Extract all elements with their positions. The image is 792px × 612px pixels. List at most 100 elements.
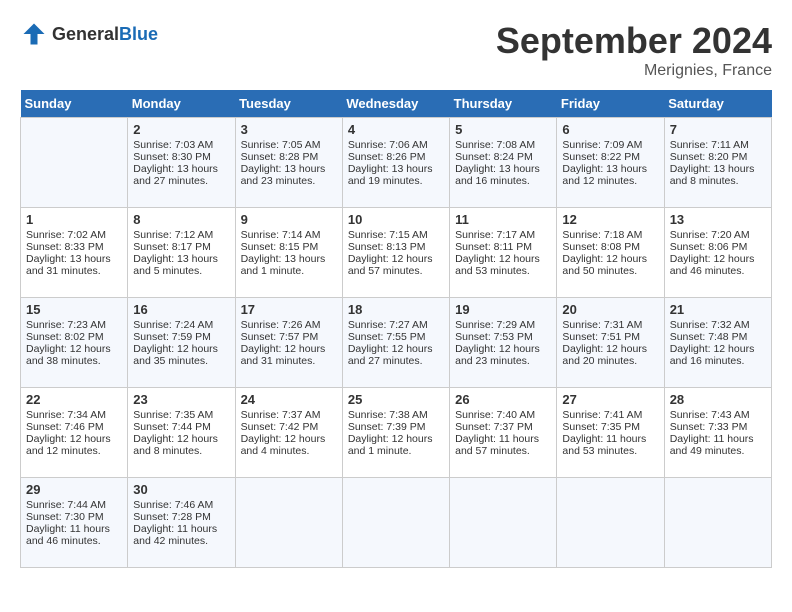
sunrise-text: Sunrise: 7:26 AM (241, 319, 337, 331)
sunset-text: Sunset: 8:33 PM (26, 241, 122, 253)
day-number: 3 (241, 122, 337, 137)
day-number: 24 (241, 392, 337, 407)
day-number: 13 (670, 212, 766, 227)
daylight-text: Daylight: 12 hours and 8 minutes. (133, 433, 229, 457)
sunrise-text: Sunrise: 7:15 AM (348, 229, 444, 241)
daylight-text: Daylight: 13 hours and 16 minutes. (455, 163, 551, 187)
day-number: 4 (348, 122, 444, 137)
daylight-text: Daylight: 12 hours and 38 minutes. (26, 343, 122, 367)
calendar-table: SundayMondayTuesdayWednesdayThursdayFrid… (20, 90, 772, 568)
sunrise-text: Sunrise: 7:17 AM (455, 229, 551, 241)
calendar-cell: 3Sunrise: 7:05 AMSunset: 8:28 PMDaylight… (235, 118, 342, 208)
calendar-cell: 4Sunrise: 7:06 AMSunset: 8:26 PMDaylight… (342, 118, 449, 208)
calendar-cell: 27Sunrise: 7:41 AMSunset: 7:35 PMDayligh… (557, 388, 664, 478)
day-header-monday: Monday (128, 90, 235, 118)
day-header-wednesday: Wednesday (342, 90, 449, 118)
calendar-week-1: 1Sunrise: 7:02 AMSunset: 8:33 PMDaylight… (21, 208, 772, 298)
day-number: 18 (348, 302, 444, 317)
sunrise-text: Sunrise: 7:29 AM (455, 319, 551, 331)
calendar-cell: 5Sunrise: 7:08 AMSunset: 8:24 PMDaylight… (450, 118, 557, 208)
sunrise-text: Sunrise: 7:46 AM (133, 499, 229, 511)
daylight-text: Daylight: 12 hours and 46 minutes. (670, 253, 766, 277)
calendar-cell: 13Sunrise: 7:20 AMSunset: 8:06 PMDayligh… (664, 208, 771, 298)
calendar-cell: 16Sunrise: 7:24 AMSunset: 7:59 PMDayligh… (128, 298, 235, 388)
sunset-text: Sunset: 7:55 PM (348, 331, 444, 343)
daylight-text: Daylight: 13 hours and 19 minutes. (348, 163, 444, 187)
calendar-cell: 10Sunrise: 7:15 AMSunset: 8:13 PMDayligh… (342, 208, 449, 298)
calendar-cell: 2Sunrise: 7:03 AMSunset: 8:30 PMDaylight… (128, 118, 235, 208)
calendar-cell (342, 478, 449, 568)
sunrise-text: Sunrise: 7:12 AM (133, 229, 229, 241)
daylight-text: Daylight: 11 hours and 57 minutes. (455, 433, 551, 457)
sunrise-text: Sunrise: 7:09 AM (562, 139, 658, 151)
day-number: 9 (241, 212, 337, 227)
calendar-cell: 19Sunrise: 7:29 AMSunset: 7:53 PMDayligh… (450, 298, 557, 388)
sunset-text: Sunset: 7:57 PM (241, 331, 337, 343)
daylight-text: Daylight: 12 hours and 1 minute. (348, 433, 444, 457)
calendar-cell: 21Sunrise: 7:32 AMSunset: 7:48 PMDayligh… (664, 298, 771, 388)
day-header-thursday: Thursday (450, 90, 557, 118)
calendar-cell (664, 478, 771, 568)
calendar-cell: 18Sunrise: 7:27 AMSunset: 7:55 PMDayligh… (342, 298, 449, 388)
sunset-text: Sunset: 7:37 PM (455, 421, 551, 433)
day-number: 7 (670, 122, 766, 137)
sunset-text: Sunset: 7:35 PM (562, 421, 658, 433)
calendar-header-row: SundayMondayTuesdayWednesdayThursdayFrid… (21, 90, 772, 118)
daylight-text: Daylight: 12 hours and 53 minutes. (455, 253, 551, 277)
calendar-cell: 30Sunrise: 7:46 AMSunset: 7:28 PMDayligh… (128, 478, 235, 568)
calendar-cell: 23Sunrise: 7:35 AMSunset: 7:44 PMDayligh… (128, 388, 235, 478)
daylight-text: Daylight: 13 hours and 8 minutes. (670, 163, 766, 187)
sunset-text: Sunset: 7:42 PM (241, 421, 337, 433)
day-number: 5 (455, 122, 551, 137)
sunset-text: Sunset: 7:28 PM (133, 511, 229, 523)
calendar-cell: 11Sunrise: 7:17 AMSunset: 8:11 PMDayligh… (450, 208, 557, 298)
sunrise-text: Sunrise: 7:08 AM (455, 139, 551, 151)
day-number: 8 (133, 212, 229, 227)
calendar-cell (235, 478, 342, 568)
day-header-saturday: Saturday (664, 90, 771, 118)
day-number: 17 (241, 302, 337, 317)
sunset-text: Sunset: 7:44 PM (133, 421, 229, 433)
sunset-text: Sunset: 8:08 PM (562, 241, 658, 253)
day-number: 10 (348, 212, 444, 227)
day-number: 11 (455, 212, 551, 227)
calendar-cell: 1Sunrise: 7:02 AMSunset: 8:33 PMDaylight… (21, 208, 128, 298)
day-number: 23 (133, 392, 229, 407)
calendar-cell: 7 Sunrise: 7:11 AMSunset: 8:20 PMDaylight… (664, 118, 771, 208)
logo-blue: Blue (119, 24, 158, 44)
sunrise-text: Sunrise: 7:40 AM (455, 409, 551, 421)
sunset-text: Sunset: 8:02 PM (26, 331, 122, 343)
calendar-cell (557, 478, 664, 568)
daylight-text: Daylight: 12 hours and 16 minutes. (670, 343, 766, 367)
sunset-text: Sunset: 8:06 PM (670, 241, 766, 253)
sunset-text: Sunset: 7:46 PM (26, 421, 122, 433)
daylight-text: Daylight: 11 hours and 53 minutes. (562, 433, 658, 457)
daylight-text: Daylight: 11 hours and 46 minutes. (26, 523, 122, 547)
sunrise-text: Sunrise: 7:11 AM (670, 139, 766, 151)
daylight-text: Daylight: 12 hours and 57 minutes. (348, 253, 444, 277)
calendar-cell: 28Sunrise: 7:43 AMSunset: 7:33 PMDayligh… (664, 388, 771, 478)
day-number: 15 (26, 302, 122, 317)
month-title: September 2024 (496, 20, 772, 62)
calendar-cell: 22 Sunrise: 7:34 AMSunset: 7:46 PMDayligh… (21, 388, 128, 478)
sunset-text: Sunset: 8:28 PM (241, 151, 337, 163)
daylight-text: Daylight: 12 hours and 12 minutes. (26, 433, 122, 457)
day-number: 26 (455, 392, 551, 407)
sunset-text: Sunset: 7:48 PM (670, 331, 766, 343)
calendar-cell: 20Sunrise: 7:31 AMSunset: 7:51 PMDayligh… (557, 298, 664, 388)
sunset-text: Sunset: 8:20 PM (670, 151, 766, 163)
sunrise-text: Sunrise: 7:23 AM (26, 319, 122, 331)
day-number: 1 (26, 212, 122, 227)
sunrise-text: Sunrise: 7:24 AM (133, 319, 229, 331)
sunrise-text: Sunrise: 7:34 AM (26, 409, 122, 421)
sunset-text: Sunset: 7:39 PM (348, 421, 444, 433)
day-number: 12 (562, 212, 658, 227)
calendar-cell: 6Sunrise: 7:09 AMSunset: 8:22 PMDaylight… (557, 118, 664, 208)
sunrise-text: Sunrise: 7:38 AM (348, 409, 444, 421)
day-number: 22 (26, 392, 122, 407)
calendar-cell: 25Sunrise: 7:38 AMSunset: 7:39 PMDayligh… (342, 388, 449, 478)
sunrise-text: Sunrise: 7:06 AM (348, 139, 444, 151)
calendar-cell (21, 118, 128, 208)
sunrise-text: Sunrise: 7:03 AM (133, 139, 229, 151)
daylight-text: Daylight: 13 hours and 27 minutes. (133, 163, 229, 187)
